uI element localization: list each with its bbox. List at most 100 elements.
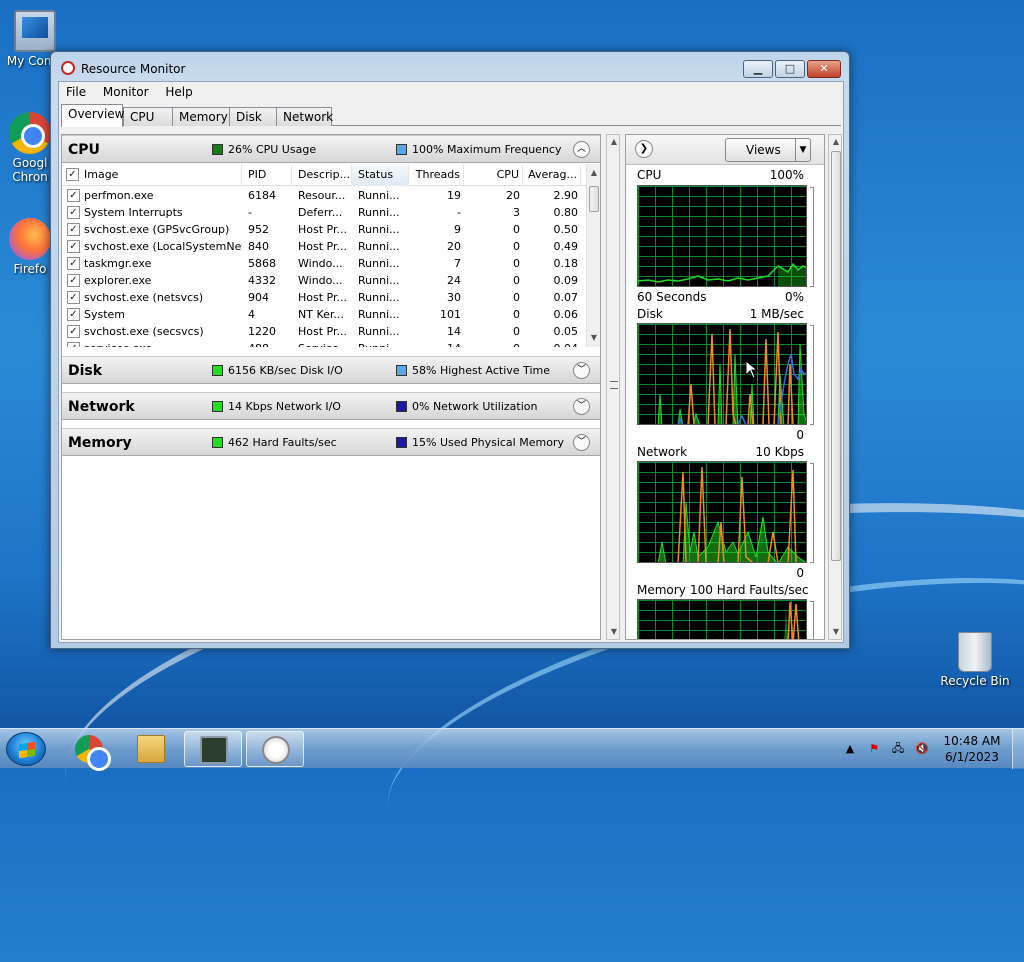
- resource-monitor-gauge-icon: [262, 736, 290, 764]
- cell-pid: 840: [248, 240, 269, 253]
- select-all-checkbox[interactable]: ✓: [66, 168, 79, 181]
- collapse-graphs-arrow-icon[interactable]: ❯: [635, 140, 653, 158]
- tab-overview[interactable]: Overview: [61, 104, 125, 127]
- close-button[interactable]: ✕: [807, 60, 841, 78]
- scroll-down-icon[interactable]: ▼: [607, 625, 621, 639]
- network-graph-max: 10 Kbps: [755, 445, 804, 459]
- window-title: Resource Monitor: [81, 62, 186, 76]
- taskbar-explorer[interactable]: [122, 731, 180, 767]
- cell-threads: -: [457, 206, 461, 219]
- cell-image: svchost.exe (secsvcs): [84, 325, 204, 338]
- cell-pid: 5868: [248, 257, 276, 270]
- column-cpu[interactable]: CPU: [464, 164, 523, 186]
- cell-pid: -: [248, 206, 252, 219]
- folder-icon: [137, 735, 165, 763]
- action-center-flag-icon[interactable]: ⚑: [866, 741, 882, 757]
- disk-section-header[interactable]: Disk 6156 KB/sec Disk I/O 58% Highest Ac…: [62, 356, 600, 384]
- cell-desc: Host Pr...: [298, 240, 347, 253]
- cpu-section-header[interactable]: CPU 26% CPU Usage 100% Maximum Frequency…: [62, 135, 600, 163]
- cell-threads: 14: [447, 325, 461, 338]
- table-row[interactable]: ✓ System Interrupts - Deferr... Runni... -3 0.…: [62, 204, 586, 221]
- tab-disk[interactable]: Disk: [229, 107, 277, 126]
- tab-memory[interactable]: Memory: [172, 107, 230, 126]
- table-row[interactable]: ✓ svchost.exe (netsvcs) 904 Host Pr... Runni…: [62, 289, 586, 306]
- taskbar-chrome[interactable]: [60, 731, 118, 771]
- table-row[interactable]: ✓ System 4 NT Ker... Runni... 101 0 0.06: [62, 306, 586, 323]
- scroll-up-icon[interactable]: ▲: [829, 135, 843, 149]
- memory-graph: [637, 599, 807, 639]
- scroll-thumb[interactable]: [831, 151, 841, 561]
- cell-avg: 0.04: [523, 340, 581, 347]
- memory-section-header[interactable]: Memory 462 Hard Faults/sec 15% Used Phys…: [62, 428, 600, 456]
- chevron-down-icon: ▼: [795, 139, 810, 161]
- taskbar-task-manager[interactable]: [184, 731, 242, 767]
- cell-cpu: 20: [506, 189, 520, 202]
- cell-avg: 0.50: [553, 223, 579, 236]
- taskbar: ▲ ⚑ 🖧 🔇 10:48 AM 6/1/2023: [0, 728, 1024, 771]
- pane-scrollbar[interactable]: ▲ ▼: [605, 134, 621, 640]
- table-row[interactable]: ✓ taskmgr.exe 5868 Windo... Runni... 7 0 0.18: [62, 255, 586, 272]
- cell-avg: 0.06: [553, 308, 579, 321]
- column-threads[interactable]: Threads: [409, 164, 464, 186]
- desktop-icon-recycle-bin[interactable]: Recycle Bin: [940, 632, 1010, 688]
- cell-image: explorer.exe: [84, 274, 152, 287]
- cell-image: perfmon.exe: [84, 189, 154, 202]
- expand-chevron-down-icon[interactable]: ﹀: [573, 362, 590, 379]
- cell-desc: Host Pr...: [298, 325, 347, 338]
- expand-chevron-down-icon[interactable]: ﹀: [573, 434, 590, 451]
- table-row[interactable]: ✓ svchost.exe (GPSvcGroup) 952 Host Pr... Ru…: [62, 221, 586, 238]
- cell-status: Runni...: [358, 223, 400, 236]
- scroll-down-icon[interactable]: ▼: [587, 331, 601, 345]
- network-section-header[interactable]: Network 14 Kbps Network I/O 0% Network U…: [62, 392, 600, 420]
- table-row[interactable]: ✓services.exe488Service...Runni...1400.0…: [62, 340, 586, 347]
- cpu-table-scrollbar[interactable]: ▲ ▼: [586, 164, 600, 347]
- minimize-button[interactable]: ▁: [743, 60, 773, 78]
- section-title: Disk: [68, 363, 103, 379]
- taskbar-clock[interactable]: 10:48 AM 6/1/2023: [936, 733, 1008, 765]
- show-hidden-icons-arrow-icon[interactable]: ▲: [842, 741, 858, 757]
- network-status-icon[interactable]: 🖧: [890, 741, 906, 757]
- cpu-process-table: ✓ Image PID Descrip... Status Threads CP…: [62, 164, 586, 347]
- hard-faults-swatch: [212, 437, 223, 448]
- collapse-chevron-up-icon[interactable]: ︿: [573, 141, 590, 158]
- scroll-thumb[interactable]: [589, 186, 599, 212]
- views-label: Views: [746, 143, 781, 157]
- views-dropdown[interactable]: Views ▼: [725, 138, 811, 162]
- taskbar-resource-monitor[interactable]: [246, 731, 304, 767]
- memory-graph-title: Memory: [637, 583, 686, 597]
- window-client: File Monitor Help Overview CPU Memory Di…: [58, 81, 844, 643]
- tab-cpu[interactable]: CPU: [123, 107, 173, 126]
- max-frequency-label: 100% Maximum Frequency: [412, 143, 562, 156]
- network-graph-title: Network: [637, 445, 688, 459]
- table-row[interactable]: ✓ perfmon.exe 6184 Resour... Runni... 19 20 2.9…: [62, 187, 586, 204]
- disk-graph-title: Disk: [637, 307, 663, 321]
- table-row[interactable]: ✓ svchost.exe (LocalSystemNet... 840 Host P…: [62, 238, 586, 255]
- cell-pid: 488: [242, 340, 292, 347]
- column-pid[interactable]: PID: [242, 164, 292, 186]
- tab-network[interactable]: Network: [276, 107, 333, 126]
- menu-file[interactable]: File: [59, 82, 92, 99]
- title-bar[interactable]: Resource Monitor ▁ □ ✕: [51, 52, 849, 82]
- show-desktop-button[interactable]: [1012, 729, 1024, 769]
- graph-scrollbar[interactable]: ▲ ▼: [828, 134, 842, 640]
- scroll-up-icon[interactable]: ▲: [587, 166, 601, 180]
- cell-pid: 4: [248, 308, 255, 321]
- menu-help[interactable]: Help: [158, 82, 198, 99]
- table-row[interactable]: ✓ svchost.exe (secsvcs) 1220 Host Pr... Runn…: [62, 323, 586, 340]
- scroll-down-icon[interactable]: ▼: [829, 625, 843, 639]
- column-image[interactable]: ✓ Image: [62, 164, 242, 186]
- column-description[interactable]: Descrip...: [292, 164, 352, 186]
- table-row[interactable]: ✓ explorer.exe 4332 Windo... Runni... 24 0 0.09: [62, 272, 586, 289]
- column-status[interactable]: Status: [352, 164, 409, 186]
- cpu-graph-timespan: 60 Seconds: [637, 290, 707, 304]
- splitter-grip[interactable]: [610, 381, 618, 389]
- scroll-up-icon[interactable]: ▲: [607, 135, 621, 149]
- volume-muted-icon[interactable]: 🔇: [914, 741, 930, 757]
- tab-strip: Overview CPU Memory Disk Network: [61, 104, 841, 127]
- expand-chevron-down-icon[interactable]: ﹀: [573, 398, 590, 415]
- cell-desc: Windo...: [298, 274, 343, 287]
- start-button[interactable]: [6, 732, 46, 766]
- column-average-cpu[interactable]: Averag...: [523, 164, 581, 186]
- menu-monitor[interactable]: Monitor: [96, 82, 155, 99]
- maximize-button[interactable]: □: [775, 60, 805, 78]
